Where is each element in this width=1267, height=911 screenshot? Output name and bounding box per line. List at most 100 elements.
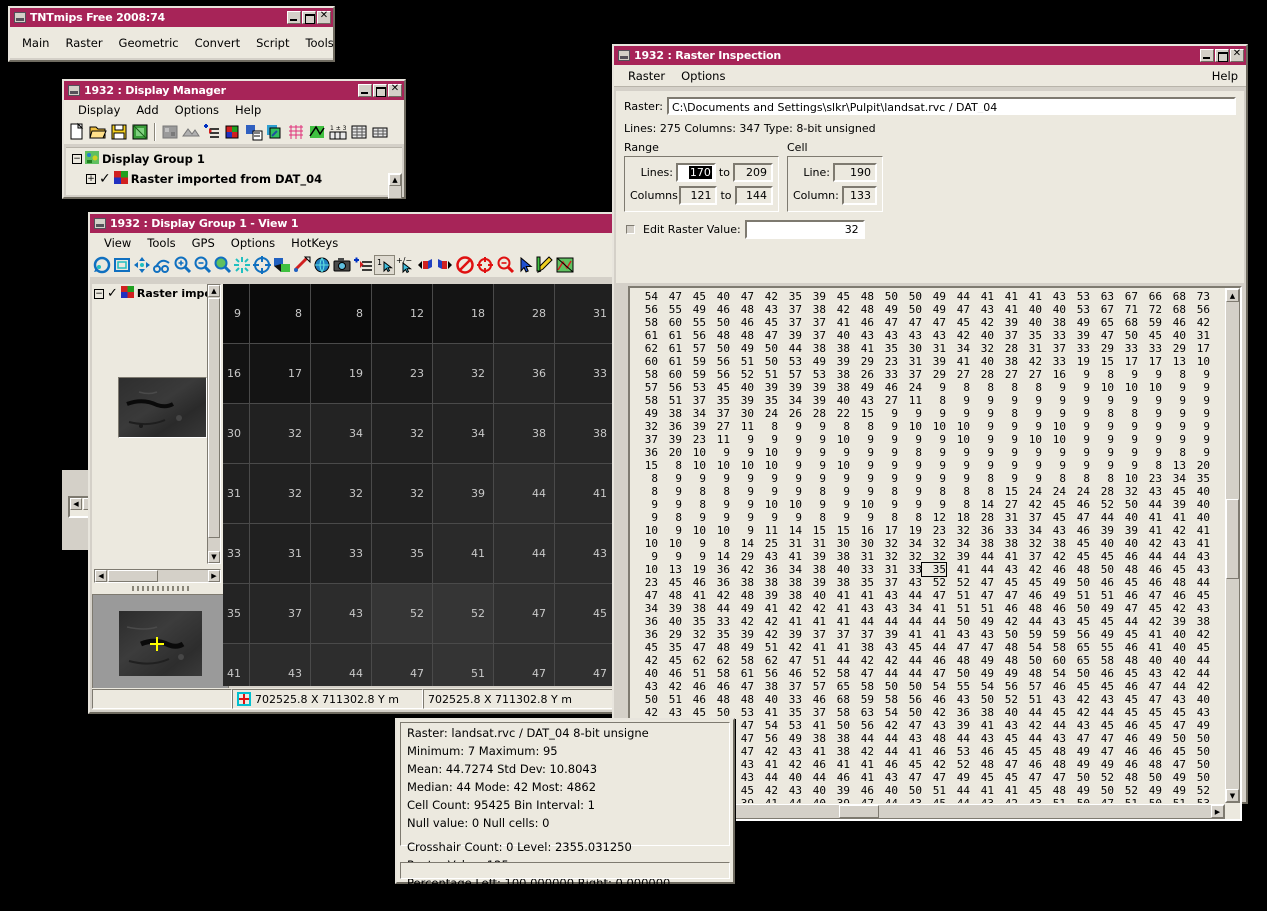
- raster-value-cell[interactable]: 57: [778, 368, 802, 381]
- raster-value-cell[interactable]: 38: [826, 550, 850, 563]
- raster-value-cell[interactable]: 31: [922, 342, 946, 355]
- close-button[interactable]: [388, 83, 402, 97]
- raster-value-cell[interactable]: 9: [658, 550, 682, 563]
- raster-value-cell[interactable]: 10: [850, 498, 874, 511]
- raster-value-cell[interactable]: 52: [730, 368, 754, 381]
- raster-value-cell[interactable]: 42: [1042, 550, 1066, 563]
- raster-value-cell[interactable]: 42: [1018, 498, 1042, 511]
- raster-value-cell[interactable]: 24: [1042, 485, 1066, 498]
- raster-value-cell[interactable]: 10: [706, 524, 730, 537]
- raster-value-cell[interactable]: 42: [754, 745, 778, 758]
- raster-value-cell[interactable]: 47: [1090, 329, 1114, 342]
- raster-value-cell[interactable]: 65: [1090, 316, 1114, 329]
- raster-thumbnail[interactable]: [118, 377, 207, 438]
- raster-value-cell[interactable]: 67: [1114, 290, 1138, 303]
- raster-value-cell[interactable]: 46: [1114, 641, 1138, 654]
- raster-value-cell[interactable]: 47: [922, 316, 946, 329]
- raster-value-cell[interactable]: 9: [1186, 433, 1210, 446]
- raster-value-cell[interactable]: 9: [994, 472, 1018, 485]
- raster-value-cell[interactable]: 47: [1162, 719, 1186, 732]
- raster-value-cell[interactable]: 39: [1162, 498, 1186, 511]
- raster-value-cell[interactable]: 49: [970, 615, 994, 628]
- view-grid-cell[interactable]: 33: [223, 524, 250, 584]
- raster-value-cell[interactable]: 28: [970, 511, 994, 524]
- sidebar-vscrollbar[interactable]: ▲ ▼: [207, 284, 221, 564]
- raster-value-cell[interactable]: 43: [874, 589, 898, 602]
- view-grid-cell[interactable]: 16: [223, 344, 250, 404]
- raster-value-cell[interactable]: 8: [970, 381, 994, 394]
- raster-value-cell[interactable]: 47: [898, 316, 922, 329]
- raster-value-cell[interactable]: 45: [1066, 615, 1090, 628]
- sketch-icon[interactable]: [535, 255, 555, 275]
- raster-value-cell[interactable]: 46: [1162, 316, 1186, 329]
- raster-value-cell[interactable]: 9: [706, 498, 730, 511]
- raster-value-cell[interactable]: 46: [682, 693, 706, 706]
- raster-value-cell[interactable]: 54: [634, 290, 658, 303]
- raster-value-cell[interactable]: 52: [946, 576, 970, 589]
- raster-value-cell[interactable]: 62: [706, 654, 730, 667]
- geo-layer-icon[interactable]: [265, 122, 285, 142]
- raster-value-cell[interactable]: 43: [898, 797, 922, 803]
- raster-value-cell[interactable]: 50: [1090, 784, 1114, 797]
- raster-value-cell[interactable]: 45: [898, 641, 922, 654]
- raster-value-cell[interactable]: 37: [802, 329, 826, 342]
- raster-value-cell[interactable]: 9: [730, 433, 754, 446]
- raster-value-cell[interactable]: 9: [1066, 381, 1090, 394]
- raster-value-cell[interactable]: 46: [802, 758, 826, 771]
- menu-item-gps[interactable]: GPS: [184, 234, 223, 252]
- raster-value-cell[interactable]: 19: [682, 563, 706, 576]
- raster-value-cell[interactable]: 39: [826, 784, 850, 797]
- raster-value-cell[interactable]: 45: [1138, 602, 1162, 615]
- scroll-thumb[interactable]: [1226, 499, 1239, 579]
- raster-value-cell[interactable]: 10: [658, 537, 682, 550]
- raster-value-cell[interactable]: 46: [1138, 563, 1162, 576]
- raster-value-cell[interactable]: 18: [946, 511, 970, 524]
- raster-value-cell[interactable]: 38: [754, 680, 778, 693]
- raster-value-cell[interactable]: 43: [754, 303, 778, 316]
- raster-value-cell[interactable]: 9: [1138, 368, 1162, 381]
- terrain-icon[interactable]: [181, 122, 201, 142]
- display-manager-vscrollbar[interactable]: ▲: [388, 173, 402, 199]
- raster-value-cell[interactable]: 9: [1018, 472, 1042, 485]
- raster-value-cell[interactable]: 9: [1186, 381, 1210, 394]
- raster-value-cell[interactable]: 9: [778, 485, 802, 498]
- raster-value-cell[interactable]: 45: [994, 745, 1018, 758]
- raster-value-cell[interactable]: 61: [658, 342, 682, 355]
- raster-value-cell[interactable]: 33: [1042, 355, 1066, 368]
- raster-value-cell[interactable]: 41: [994, 550, 1018, 563]
- raster-value-cell[interactable]: 9: [922, 433, 946, 446]
- raster-value-cell[interactable]: 38: [826, 745, 850, 758]
- raster-value-cell[interactable]: 11: [730, 420, 754, 433]
- raster-value-cell[interactable]: 49: [874, 303, 898, 316]
- raster-value-cell[interactable]: 41: [802, 615, 826, 628]
- raster-value-cell[interactable]: 41: [946, 563, 970, 576]
- maximize-button[interactable]: [302, 11, 316, 24]
- raster-value-cell[interactable]: 42: [946, 329, 970, 342]
- raster-value-cell[interactable]: 48: [706, 329, 730, 342]
- raster-value-cell[interactable]: 9: [850, 459, 874, 472]
- raster-value-cell[interactable]: 38: [754, 576, 778, 589]
- raster-value-cell[interactable]: 47: [1090, 797, 1114, 803]
- raster-value-cell[interactable]: 56: [1066, 628, 1090, 641]
- raster-value-cell[interactable]: 9: [1114, 433, 1138, 446]
- raster-value-cell[interactable]: 9: [874, 498, 898, 511]
- raster-value-cell[interactable]: 53: [1066, 290, 1090, 303]
- raster-value-cell[interactable]: 44: [1018, 706, 1042, 719]
- raster-value-cell[interactable]: 51: [682, 667, 706, 680]
- raster-path-field[interactable]: C:\Documents and Settings\slkr\Pulpit\la…: [667, 97, 1236, 115]
- raster-value-cell[interactable]: 46: [706, 303, 730, 316]
- view-grid-cell[interactable]: 38: [494, 404, 555, 464]
- raster-value-cell[interactable]: 41: [682, 589, 706, 602]
- raster-value-cell[interactable]: 56: [682, 329, 706, 342]
- raster-value-cell[interactable]: 50: [874, 290, 898, 303]
- raster-value-cell[interactable]: 45: [1090, 615, 1114, 628]
- raster-value-cell[interactable]: 46: [1114, 680, 1138, 693]
- raster-value-cell[interactable]: 38: [682, 602, 706, 615]
- raster-value-cell[interactable]: 45: [970, 771, 994, 784]
- raster-value-cell[interactable]: 42: [1186, 316, 1210, 329]
- raster-value-cell[interactable]: 9: [850, 433, 874, 446]
- display-manager-toolbar[interactable]: 1 ± 3: [64, 120, 404, 144]
- raster-value-cell[interactable]: 49: [1138, 784, 1162, 797]
- raster-value-cell[interactable]: 56: [850, 719, 874, 732]
- raster-value-cell[interactable]: 40: [1114, 537, 1138, 550]
